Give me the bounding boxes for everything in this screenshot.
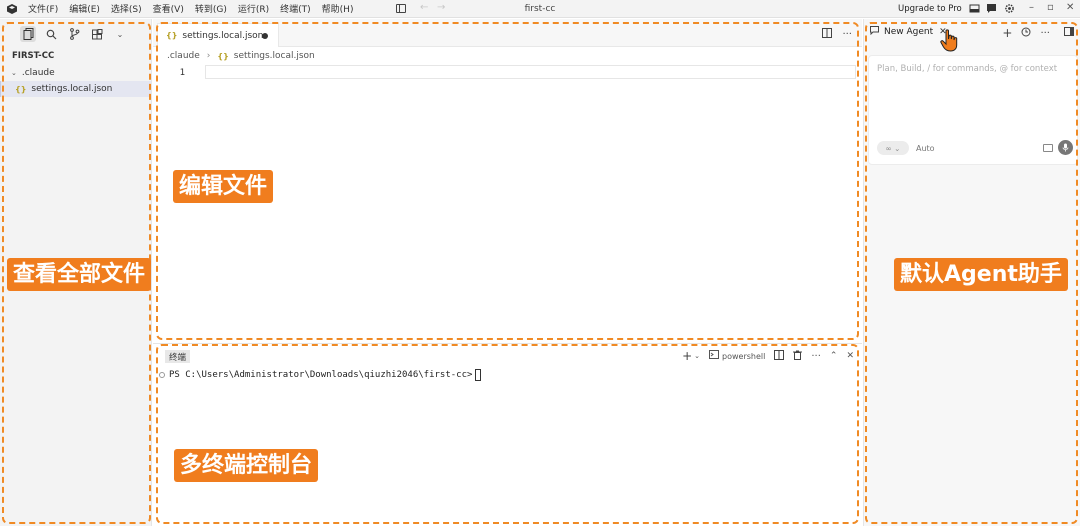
- menu-file[interactable]: 文件(F): [28, 2, 58, 15]
- toggle-sidebar-icon[interactable]: [396, 4, 406, 13]
- trash-icon[interactable]: [793, 350, 803, 363]
- menu-run[interactable]: 运行(R): [238, 2, 269, 15]
- breadcrumb: .claude › {} settings.local.json: [153, 47, 862, 65]
- terminal-header: 终端 + ⌄ powershell ··· ⌃ ✕: [153, 344, 862, 368]
- more-actions-icon[interactable]: ···: [842, 29, 852, 40]
- agent-input-placeholder[interactable]: Plan, Build, / for commands, @ for conte…: [877, 64, 1057, 74]
- attach-image-icon[interactable]: [1043, 144, 1053, 152]
- menu-terminal[interactable]: 终端(T): [280, 2, 311, 15]
- chat-bubble-icon: [870, 26, 879, 38]
- split-editor-icon[interactable]: [822, 28, 833, 41]
- breadcrumb-file[interactable]: settings.local.json: [234, 51, 315, 61]
- agent-tab-label: New Agent: [884, 27, 934, 37]
- more-views-chevron-icon[interactable]: ⌄: [112, 26, 128, 42]
- editor-callout: 编辑文件: [173, 170, 274, 203]
- breadcrumb-folder[interactable]: .claude: [167, 51, 200, 61]
- terminal-callout: 多终端控制台: [174, 449, 319, 482]
- code-line[interactable]: 1: [153, 65, 862, 81]
- new-terminal-plus-icon[interactable]: +: [682, 349, 692, 363]
- agent-mode-selector[interactable]: ∞ ⌄: [877, 141, 909, 155]
- source-control-icon[interactable]: [66, 26, 82, 42]
- back-arrow-icon[interactable]: ←: [420, 2, 428, 13]
- tree-file-settings[interactable]: {} settings.local.json: [0, 81, 151, 97]
- model-selector-label[interactable]: Auto: [916, 144, 935, 153]
- extensions-icon[interactable]: [89, 26, 105, 42]
- terminal-shell-label[interactable]: powershell: [722, 352, 765, 361]
- menu-help[interactable]: 帮助(H): [322, 2, 354, 15]
- agent-prompt-box[interactable]: Plan, Build, / for commands, @ for conte…: [868, 55, 1078, 165]
- split-terminal-icon[interactable]: [774, 349, 785, 363]
- upgrade-button[interactable]: Upgrade to Pro: [898, 4, 962, 14]
- terminal-tab[interactable]: 终端: [165, 350, 191, 363]
- hand-pointer-cursor-icon: [940, 29, 960, 56]
- unsaved-dot-icon[interactable]: [262, 33, 268, 39]
- chat-icon[interactable]: [986, 3, 997, 14]
- close-window-icon[interactable]: ✕: [1066, 2, 1074, 13]
- search-icon[interactable]: [43, 26, 59, 42]
- json-file-icon: {}: [217, 51, 229, 61]
- history-clock-icon[interactable]: [1021, 27, 1031, 40]
- chevron-down-icon: ⌄: [11, 69, 17, 77]
- menu-view[interactable]: 查看(V): [153, 2, 184, 15]
- terminal-prompt-line[interactable]: PS C:\Users\Administrator\Downloads\qiuz…: [159, 369, 482, 381]
- terminal-dropdown-chevron-icon[interactable]: ⌄: [694, 352, 700, 360]
- menu-go[interactable]: 转到(G): [195, 2, 227, 15]
- minimize-icon[interactable]: –: [1029, 2, 1034, 13]
- breadcrumb-separator-icon: ›: [206, 51, 211, 61]
- terminal-cursor: [475, 369, 482, 381]
- json-file-icon: {}: [15, 84, 27, 94]
- current-line-highlight: [205, 65, 856, 79]
- maximize-panel-chevron-up-icon[interactable]: ⌃: [830, 351, 838, 361]
- app-logo-icon: [6, 3, 18, 15]
- editor-actions: ···: [822, 28, 852, 41]
- settings-gear-icon[interactable]: [1004, 3, 1015, 14]
- agent-header: New Agent ✕ + ···: [864, 19, 1080, 47]
- panel-layout-icon[interactable]: [969, 3, 980, 14]
- agent-more-icon[interactable]: ···: [1040, 28, 1050, 39]
- line-number: 1: [179, 68, 185, 78]
- terminal-prompt: PS C:\Users\Administrator\Downloads\qiuz…: [169, 370, 473, 380]
- new-agent-plus-icon[interactable]: +: [1002, 26, 1012, 40]
- terminal-more-icon[interactable]: ···: [811, 351, 821, 362]
- forward-arrow-icon[interactable]: →: [437, 2, 445, 13]
- editor-tab-bar: {} settings.local.json ···: [153, 19, 862, 47]
- terminal-toolbar: + ⌄ powershell ··· ⌃ ✕: [673, 349, 854, 363]
- folder-label: .claude: [21, 68, 55, 78]
- editor-tab-settings[interactable]: {} settings.local.json: [157, 23, 279, 47]
- menu-edit[interactable]: 编辑(E): [69, 2, 100, 15]
- files-callout: 查看全部文件: [7, 258, 152, 291]
- toggle-panel-icon[interactable]: [1064, 27, 1074, 39]
- agent-tab[interactable]: New Agent ✕: [870, 26, 947, 38]
- activity-bar: ⌄: [0, 19, 151, 49]
- microphone-icon[interactable]: [1058, 140, 1073, 155]
- editor-tab-label: settings.local.json: [182, 30, 264, 41]
- title-bar: 文件(F) 编辑(E) 选择(S) 查看(V) 转到(G) 运行(R) 终端(T…: [0, 0, 1080, 18]
- json-file-icon: {}: [166, 31, 178, 40]
- powershell-icon: [709, 350, 720, 362]
- maximize-icon[interactable]: ▫: [1047, 2, 1054, 13]
- tree-folder-claude[interactable]: ⌄ .claude: [0, 65, 151, 81]
- terminal-panel: 终端 + ⌄ powershell ··· ⌃ ✕ PS C:\Users\Ad…: [153, 343, 862, 526]
- command-status-dot-icon: [159, 372, 165, 378]
- close-panel-icon[interactable]: ✕: [846, 351, 854, 361]
- agent-callout: 默认Agent助手: [894, 258, 1068, 291]
- menu-selection[interactable]: 选择(S): [111, 2, 142, 15]
- agent-toolbar: + ···: [993, 26, 1074, 40]
- explorer-title: FIRST-CC: [12, 51, 55, 61]
- file-label: settings.local.json: [31, 84, 113, 94]
- explorer-files-icon[interactable]: [20, 26, 36, 42]
